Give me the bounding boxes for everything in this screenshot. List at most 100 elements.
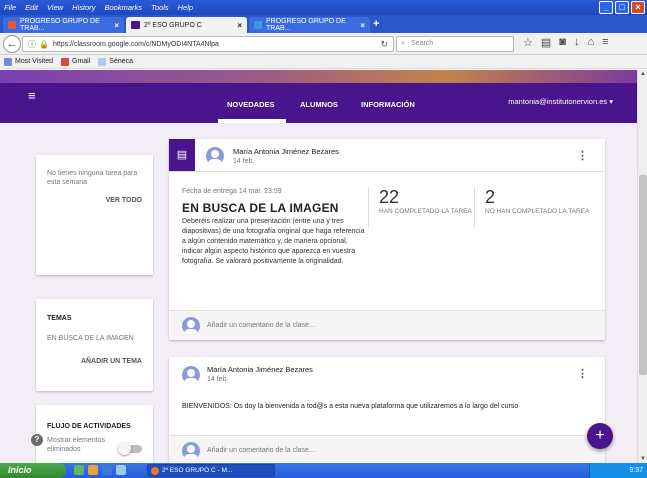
browser-tab-progreso-2[interactable]: PROGRESO GRUPO DE TRAB... × (249, 17, 370, 33)
classroom-menu-icon[interactable]: ≡ (28, 88, 36, 103)
gmail-tab-icon (8, 21, 16, 29)
tab-label: 2º ESO GRUPO C (144, 21, 202, 29)
add-topic-link[interactable]: AÑADIR UN TEMA (47, 358, 142, 365)
announcement-post: María Antonia Jiménez Bezares 14 feb. ⋮ … (169, 357, 605, 463)
explorer-icon[interactable] (116, 465, 126, 475)
ie-icon[interactable] (102, 465, 112, 475)
minimize-button[interactable]: _ (599, 1, 613, 14)
new-tab-button[interactable]: + (373, 18, 379, 30)
hamburger-menu-icon[interactable]: ≡ (602, 36, 608, 49)
scroll-thumb[interactable] (639, 175, 647, 375)
home-icon[interactable]: ⌂ (587, 36, 594, 49)
class-banner (0, 70, 637, 83)
scroll-up-icon[interactable]: ▲ (639, 71, 647, 77)
back-button[interactable]: ← (3, 35, 21, 53)
maximize-button[interactable]: □ (615, 1, 629, 14)
toolbar-icons: ☆ ▤ ◙ ↓ ⌂ ≡ (523, 36, 609, 49)
menu-tools[interactable]: Tools (151, 3, 169, 12)
toggle-knob (118, 442, 131, 455)
url-bar[interactable]: ⓘ 🔒 https://classroom.google.com/c/NDMyO… (22, 36, 394, 52)
commenter-avatar (182, 317, 200, 335)
author-avatar (182, 366, 200, 384)
tab-novedades[interactable]: NOVEDADES (227, 100, 275, 109)
firefox-icon (151, 467, 159, 475)
post-options-icon[interactable]: ⋮ (577, 367, 588, 380)
bookmark-star-icon[interactable]: ☆ (523, 36, 533, 49)
help-button[interactable]: ? (31, 434, 43, 446)
post-date: 14 feb. (207, 376, 229, 383)
comment-bar[interactable]: Añadir un comentario de la clase... (169, 310, 605, 340)
comment-input[interactable]: Añadir un comentario de la clase... (207, 322, 315, 329)
menu-history[interactable]: History (72, 3, 95, 12)
page-scrollbar[interactable]: ▲ ▼ (637, 70, 647, 463)
reading-list-icon[interactable]: ▤ (541, 36, 551, 49)
add-post-button[interactable]: + (587, 423, 613, 449)
upcoming-card: No tienes ninguna tarea para esta semana… (36, 155, 153, 275)
page-icon (98, 57, 107, 66)
desktop-icon[interactable] (74, 465, 84, 475)
taskbar-item-firefox[interactable]: 2º ESO GRUPO C - M... (147, 464, 275, 477)
taskbar-item-label: 2º ESO GRUPO C - M... (162, 467, 233, 474)
divider (169, 171, 605, 172)
not-completed-stat[interactable]: 2 NO HAN COMPLETADO LA TAREA (474, 187, 599, 227)
tab-alumnos[interactable]: ALUMNOS (300, 100, 338, 109)
not-completed-label: NO HAN COMPLETADO LA TAREA (485, 208, 590, 215)
post-options-icon[interactable]: ⋮ (577, 149, 588, 162)
activity-flow-card: FLUJO DE ACTIVIDADES Mostrar elementos e… (36, 405, 153, 463)
bookmark-label: Gmail (72, 58, 91, 65)
menu-file[interactable]: File (4, 3, 16, 12)
menu-view[interactable]: View (47, 3, 63, 12)
show-deleted-toggle[interactable] (118, 442, 142, 455)
topics-title: TEMAS (47, 315, 72, 322)
account-menu[interactable]: mantonia@institutonervion.es ▾ (508, 97, 613, 106)
assignment-icon: ▤ (169, 139, 195, 171)
bookmark-gmail[interactable]: Gmail (61, 57, 91, 66)
lock-icon: 🔒 (39, 39, 49, 49)
url-text: https://classroom.google.com/c/NDMyODI4N… (52, 40, 219, 48)
assignment-description: Deberéis realizar una presentación (entr… (182, 218, 365, 265)
browser-tab-classroom[interactable]: 2º ESO GRUPO C × (126, 17, 247, 33)
upcoming-text: No tienes ninguna tarea para esta semana (47, 170, 138, 186)
class-header: ≡ NOVEDADES ALUMNOS INFORMACIÓN mantonia… (0, 70, 637, 123)
topics-card: TEMAS EN BUSCA DE LA IMAGEN AÑADIR UN TE… (36, 299, 153, 391)
navigation-bar: ← ⓘ 🔒 https://classroom.google.com/c/NDM… (0, 33, 647, 55)
pocket-icon[interactable]: ◙ (559, 36, 566, 49)
page-viewport: ≡ NOVEDADES ALUMNOS INFORMACIÓN mantonia… (0, 70, 637, 463)
view-all-link[interactable]: VER TODO (47, 197, 142, 204)
info-icon[interactable]: ⓘ (28, 39, 36, 50)
clock: 9:37 (629, 467, 643, 474)
bookmark-most-visited[interactable]: Most Visited (4, 57, 53, 66)
downloads-icon[interactable]: ↓ (574, 36, 580, 49)
tab-informacion[interactable]: INFORMACIÓN (361, 100, 415, 109)
menu-edit[interactable]: Edit (25, 3, 38, 12)
comment-bar[interactable]: Añadir un comentario de la clase... (169, 435, 605, 463)
topic-item[interactable]: EN BUSCA DE LA IMAGEN (47, 334, 142, 343)
tab-close-icon[interactable]: × (360, 21, 365, 30)
menu-help[interactable]: Help (178, 3, 193, 12)
search-placeholder: Search (411, 40, 434, 47)
assignment-title[interactable]: EN BUSCA DE LA IMAGEN (182, 201, 339, 215)
folder-icon (4, 57, 12, 66)
post-date: 14 feb. (233, 158, 255, 165)
menu-bookmarks[interactable]: Bookmarks (105, 3, 143, 12)
bookmark-seneca[interactable]: Séneca (98, 57, 133, 66)
start-button[interactable]: Inicio (0, 463, 66, 478)
announcement-text: BIENVENIDOS: Os doy la bienvenida a tod@… (182, 403, 519, 410)
post-author: María Antonia Jiménez Bezares (233, 147, 339, 156)
completed-label: HAN COMPLETADO LA TAREA (379, 208, 472, 215)
windows-taskbar: Inicio 2º ESO GRUPO C - M... 9:37 (0, 463, 647, 478)
search-input[interactable]: ⌕ Search (396, 36, 514, 52)
close-window-button[interactable]: × (631, 1, 645, 14)
tab-close-icon[interactable]: × (237, 21, 242, 30)
commenter-avatar (182, 442, 200, 460)
comment-input[interactable]: Añadir un comentario de la clase... (207, 447, 315, 454)
tab-close-icon[interactable]: × (114, 21, 119, 30)
bookmarks-bar: Most Visited Gmail Séneca (0, 55, 647, 69)
completed-count: 22 (379, 187, 400, 207)
browser-tab-progreso-1[interactable]: PROGRESO GRUPO DE TRAB... × (3, 17, 124, 33)
reload-icon[interactable]: ↻ (380, 39, 388, 50)
completed-stat[interactable]: 22 HAN COMPLETADO LA TAREA (368, 187, 472, 227)
scroll-down-icon[interactable]: ▼ (639, 456, 647, 462)
firefox-icon[interactable] (88, 465, 98, 475)
activity-flow-title: FLUJO DE ACTIVIDADES (47, 423, 131, 430)
